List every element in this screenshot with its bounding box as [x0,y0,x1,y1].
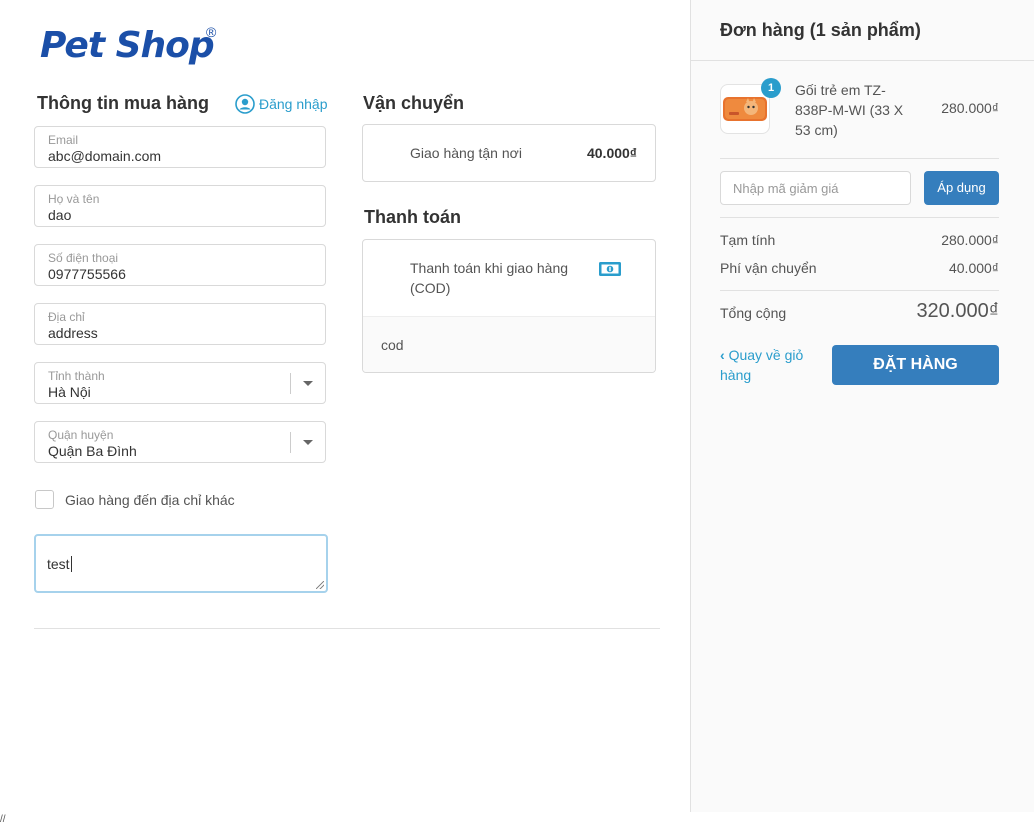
cash-icon [599,262,621,276]
back-to-cart-label: Quay về giỏ hàng [720,347,804,383]
chevron-down-icon[interactable] [303,440,313,445]
product-price: 280.000₫ [941,100,999,116]
divider [34,628,660,629]
shipping-option[interactable]: Giao hàng tận nơi 40.000₫ [362,124,656,182]
shipping-heading: Vận chuyển [363,93,465,113]
phone-label: Số điện thoại [48,251,119,265]
login-link[interactable]: Đăng nhập [235,94,328,114]
subtotal-label: Tạm tính [720,232,776,248]
address-label: Địa chỉ [48,310,85,324]
district-value: Quận Ba Đình [48,443,137,459]
select-separator [290,432,291,453]
divider [720,158,999,159]
phone-field[interactable]: Số điện thoại 0977755566 [34,244,326,286]
payment-heading: Thanh toán [364,207,461,227]
province-label: Tỉnh thành [48,369,105,383]
divider [720,217,999,218]
shipping-option-label: Giao hàng tận nơi [410,145,522,161]
total-value: 320.000₫ [916,300,999,322]
quantity-badge: 1 [761,78,781,98]
order-title: Đơn hàng (1 sản phẩm) [720,20,921,40]
email-label: Email [48,133,79,147]
payment-option[interactable]: Thanh toán khi giao hàng (COD) cod [362,239,656,373]
alt-address-label: Giao hàng đến địa chỉ khác [65,491,235,508]
note-text: test [47,556,72,572]
divider [691,60,1034,61]
fullname-field[interactable]: Họ và tên dao [34,185,326,227]
coupon-placeholder: Nhập mã giảm giá [733,181,839,196]
province-select[interactable]: Tỉnh thành Hà Nội [34,362,326,404]
district-select[interactable]: Quận huyện Quận Ba Đình [34,421,326,463]
address-value: address [48,325,98,341]
apply-coupon-button[interactable]: Áp dụng [924,171,999,205]
back-to-cart-link[interactable]: ‹ Quay về giỏ hàng [720,345,820,385]
chevron-left-icon: ‹ [720,347,725,363]
footer-mark: // [0,814,6,825]
pet-shop-logo[interactable]: Pet Shop ® [40,22,217,70]
address-field[interactable]: Địa chỉ address [34,303,326,345]
chevron-down-icon[interactable] [303,381,313,386]
province-value: Hà Nội [48,384,91,400]
logo-text: Pet Shop [40,25,215,66]
shipping-fee-value: 40.000₫ [948,260,999,276]
trademark-symbol: ® [206,24,217,40]
payment-option-label: Thanh toán khi giao hàng (COD) [410,260,569,296]
subtotal-value: 280.000₫ [941,232,999,248]
phone-value: 0977755566 [48,266,126,282]
email-field[interactable]: Email abc@domain.com [34,126,326,168]
district-label: Quận huyện [48,428,114,442]
fullname-label: Họ và tên [48,192,100,206]
shipping-option-price: 40.000₫ [586,145,637,161]
fullname-value: dao [48,207,72,223]
alt-address-option[interactable]: Giao hàng đến địa chỉ khác [35,490,235,509]
place-order-button[interactable]: ĐẶT HÀNG [832,345,999,385]
payment-detail-panel: cod [363,316,655,372]
resize-handle[interactable] [316,581,324,589]
total-label: Tổng cộng [720,305,787,321]
email-value: abc@domain.com [48,148,162,164]
payment-detail-text: cod [381,337,404,353]
coupon-input[interactable]: Nhập mã giảm giá [720,171,911,205]
shipping-fee-label: Phí vận chuyển [720,260,817,276]
select-separator [290,373,291,394]
divider [720,290,999,291]
alt-address-checkbox[interactable] [35,490,54,509]
login-label: Đăng nhập [259,96,328,112]
customer-info-heading: Thông tin mua hàng [37,93,209,113]
user-circle-icon [235,94,255,114]
note-textarea[interactable]: test [34,534,328,593]
